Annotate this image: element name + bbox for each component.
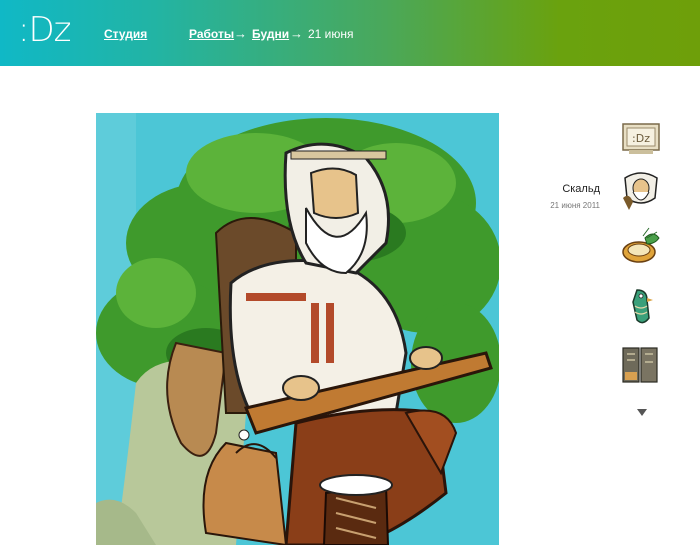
site-logo[interactable]: :Dz [18,10,71,50]
dz-sign-thumbnail[interactable]: :Dz [619,116,663,160]
skald-thumbnail[interactable] [619,168,663,212]
breadcrumb-separator: → [234,26,247,41]
breadcrumb-works-link[interactable]: Работы [189,27,234,41]
breadcrumb-weekdays-link[interactable]: Будни [252,27,289,41]
breadcrumb-current: 21 июня [308,27,354,41]
nav-studio-link[interactable]: Студия [104,27,147,41]
plate-thumbnail[interactable] [619,226,663,270]
artwork-date: 21 июня 2011 [550,201,600,210]
svg-text::Dz: :Dz [632,132,650,145]
site-header: :Dz Студия Работы → Будни → 21 июня [0,0,700,66]
thumbnails-scroll-down-icon[interactable] [636,404,648,416]
artwork-image [96,113,499,545]
breadcrumb-separator: → [290,26,303,41]
artwork-title: Скальд [562,183,600,195]
bird-thumbnail[interactable] [619,284,663,328]
tablet-thumbnail[interactable] [619,342,663,386]
